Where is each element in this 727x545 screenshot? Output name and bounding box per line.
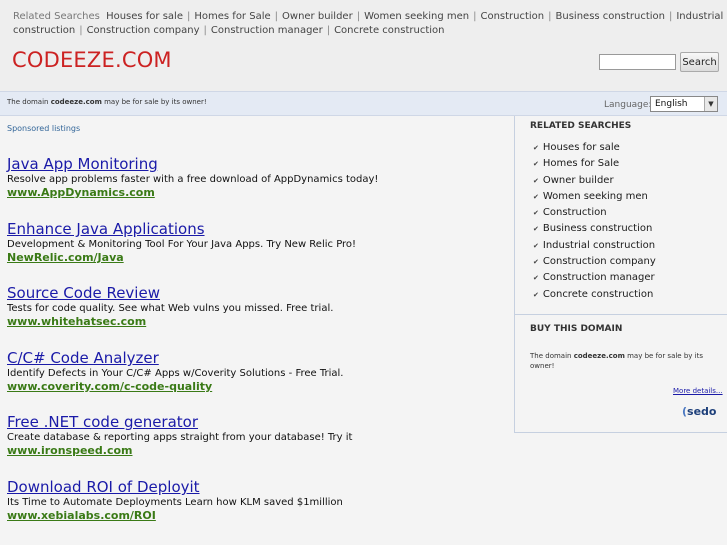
related-link[interactable]: Construction xyxy=(480,11,544,22)
list-item: ✔ Women seeking men xyxy=(533,189,656,205)
sedo-logo[interactable]: (sedo xyxy=(682,405,716,418)
sidebar-related-list: ✔ Houses for sale ✔ Homes for Sale ✔ Owner … xyxy=(533,140,656,303)
related-link[interactable]: Concrete construction xyxy=(334,25,444,36)
bullet-icon: ✔ xyxy=(533,160,539,169)
bullet-icon: ✔ xyxy=(533,225,539,234)
ad-title[interactable]: Free .NET code generator xyxy=(7,413,507,431)
notice-domain: codeeze.com xyxy=(50,98,102,106)
related-link[interactable]: Owner builder xyxy=(282,11,353,22)
sidebar-related-link[interactable]: Homes for Sale xyxy=(543,158,619,169)
ad-url[interactable]: NewRelic.com/Java xyxy=(7,251,507,265)
ad-url[interactable]: www.coverity.com/c-code-quality xyxy=(7,380,507,394)
top-bar: Related Searches Houses for sale | Homes f… xyxy=(0,0,727,91)
sidebar-related-link[interactable]: Houses for sale xyxy=(543,142,620,153)
ad-title[interactable]: Java App Monitoring xyxy=(7,155,507,173)
language-select[interactable]: English ▼ xyxy=(650,96,718,112)
ad-description: Resolve app problems faster with a free … xyxy=(7,174,379,185)
sidebar-related-link[interactable]: Owner builder xyxy=(543,175,614,186)
ad-listing: Enhance Java Applications Development & … xyxy=(7,220,507,265)
ad-url[interactable]: www.ironspeed.com xyxy=(7,444,507,458)
sidebar-buy-title: BUY THIS DOMAIN xyxy=(530,324,623,334)
ad-title[interactable]: Source Code Review xyxy=(7,284,507,302)
ad-listing: Source Code Review Tests for code qualit… xyxy=(7,284,507,329)
sidebar-related-link[interactable]: Construction xyxy=(543,207,607,218)
ad-description: Development & Monitoring Tool For Your J… xyxy=(7,239,357,250)
ad-listing: Download ROI of Deployit Its Time to Aut… xyxy=(7,478,507,523)
related-link[interactable]: Construction manager xyxy=(211,25,323,36)
related-searches-bar: Related Searches Houses for sale | Homes f… xyxy=(13,11,724,36)
list-item: ✔ Houses for sale xyxy=(533,140,656,156)
bullet-icon: ✔ xyxy=(533,192,539,201)
ad-description: Tests for code quality. See what Web vul… xyxy=(7,303,334,314)
sidebar-related-link[interactable]: Concrete construction xyxy=(543,289,653,300)
notice-text: The domain codeeze.com may be for sale b… xyxy=(7,98,207,106)
language-value: English xyxy=(655,99,688,109)
related-link[interactable]: Business construction xyxy=(556,11,665,22)
bullet-icon: ✔ xyxy=(533,290,539,299)
ad-listing: Free .NET code generator Create database… xyxy=(7,413,507,458)
sponsored-label: Sponsored listings xyxy=(7,124,81,133)
ad-description: Identify Defects in Your C/C# Apps w/Cov… xyxy=(7,368,344,379)
bullet-icon: ✔ xyxy=(533,176,539,185)
chevron-down-icon[interactable]: ▼ xyxy=(704,97,717,111)
site-title: CODEEZE.COM xyxy=(12,48,172,72)
sidebar-related-link[interactable]: Construction manager xyxy=(543,272,655,283)
ad-listing: Java App Monitoring Resolve app problems… xyxy=(7,155,507,200)
sidebar-related-link[interactable]: Construction company xyxy=(543,256,656,267)
ad-title[interactable]: Enhance Java Applications xyxy=(7,220,507,238)
bullet-icon: ✔ xyxy=(533,258,539,267)
list-item: ✔ Owner builder xyxy=(533,173,656,189)
related-link[interactable]: Construction company xyxy=(87,25,200,36)
sidebar-divider xyxy=(515,314,727,315)
bullet-icon: ✔ xyxy=(533,274,539,283)
sidebar: RELATED SEARCHES ✔ Houses for sale ✔ Homes… xyxy=(514,116,727,433)
related-searches-title: Related Searches xyxy=(13,11,100,22)
ad-listing: C/C# Code Analyzer Identify Defects in Y… xyxy=(7,349,507,394)
ad-title[interactable]: Download ROI of Deployit xyxy=(7,478,507,496)
ad-description: Its Time to Automate Deployments Learn h… xyxy=(7,497,343,508)
list-item: ✔ Industrial construction xyxy=(533,238,656,254)
ad-url[interactable]: www.xebialabs.com/ROI xyxy=(7,509,507,523)
list-item: ✔ Construction xyxy=(533,205,656,221)
sidebar-related-link[interactable]: Business construction xyxy=(543,223,652,234)
list-item: ✔ Construction company xyxy=(533,254,656,270)
notice-bar: The domain codeeze.com may be for sale b… xyxy=(0,91,727,116)
related-link[interactable]: Houses for sale xyxy=(106,11,183,22)
related-link[interactable]: Women seeking men xyxy=(364,11,469,22)
list-item: ✔ Concrete construction xyxy=(533,287,656,303)
sidebar-related-link[interactable]: Industrial construction xyxy=(543,240,655,251)
sidebar-buy-domain: codeeze.com xyxy=(573,352,625,360)
bullet-icon: ✔ xyxy=(533,144,539,152)
ad-url[interactable]: www.whitehatsec.com xyxy=(7,315,507,329)
ad-title[interactable]: C/C# Code Analyzer xyxy=(7,349,507,367)
search-input[interactable] xyxy=(599,54,676,70)
more-details-link[interactable]: More details... xyxy=(673,387,723,395)
bullet-icon: ✔ xyxy=(533,209,539,218)
sidebar-related-title: RELATED SEARCHES xyxy=(530,121,632,131)
related-link[interactable]: Homes for Sale xyxy=(194,11,270,22)
search-button[interactable]: Search xyxy=(680,52,719,72)
sidebar-buy-text: The domain codeeze.com may be for sale b… xyxy=(530,352,703,370)
ad-description: Create database & reporting apps straigh… xyxy=(7,432,353,443)
list-item: ✔ Construction manager xyxy=(533,270,656,286)
language-label: Language: xyxy=(604,100,652,110)
ad-url[interactable]: www.AppDynamics.com xyxy=(7,186,507,200)
bullet-icon: ✔ xyxy=(533,241,539,250)
list-item: ✔ Homes for Sale xyxy=(533,156,656,172)
list-item: ✔ Business construction xyxy=(533,221,656,237)
sidebar-related-link[interactable]: Women seeking men xyxy=(543,191,648,202)
